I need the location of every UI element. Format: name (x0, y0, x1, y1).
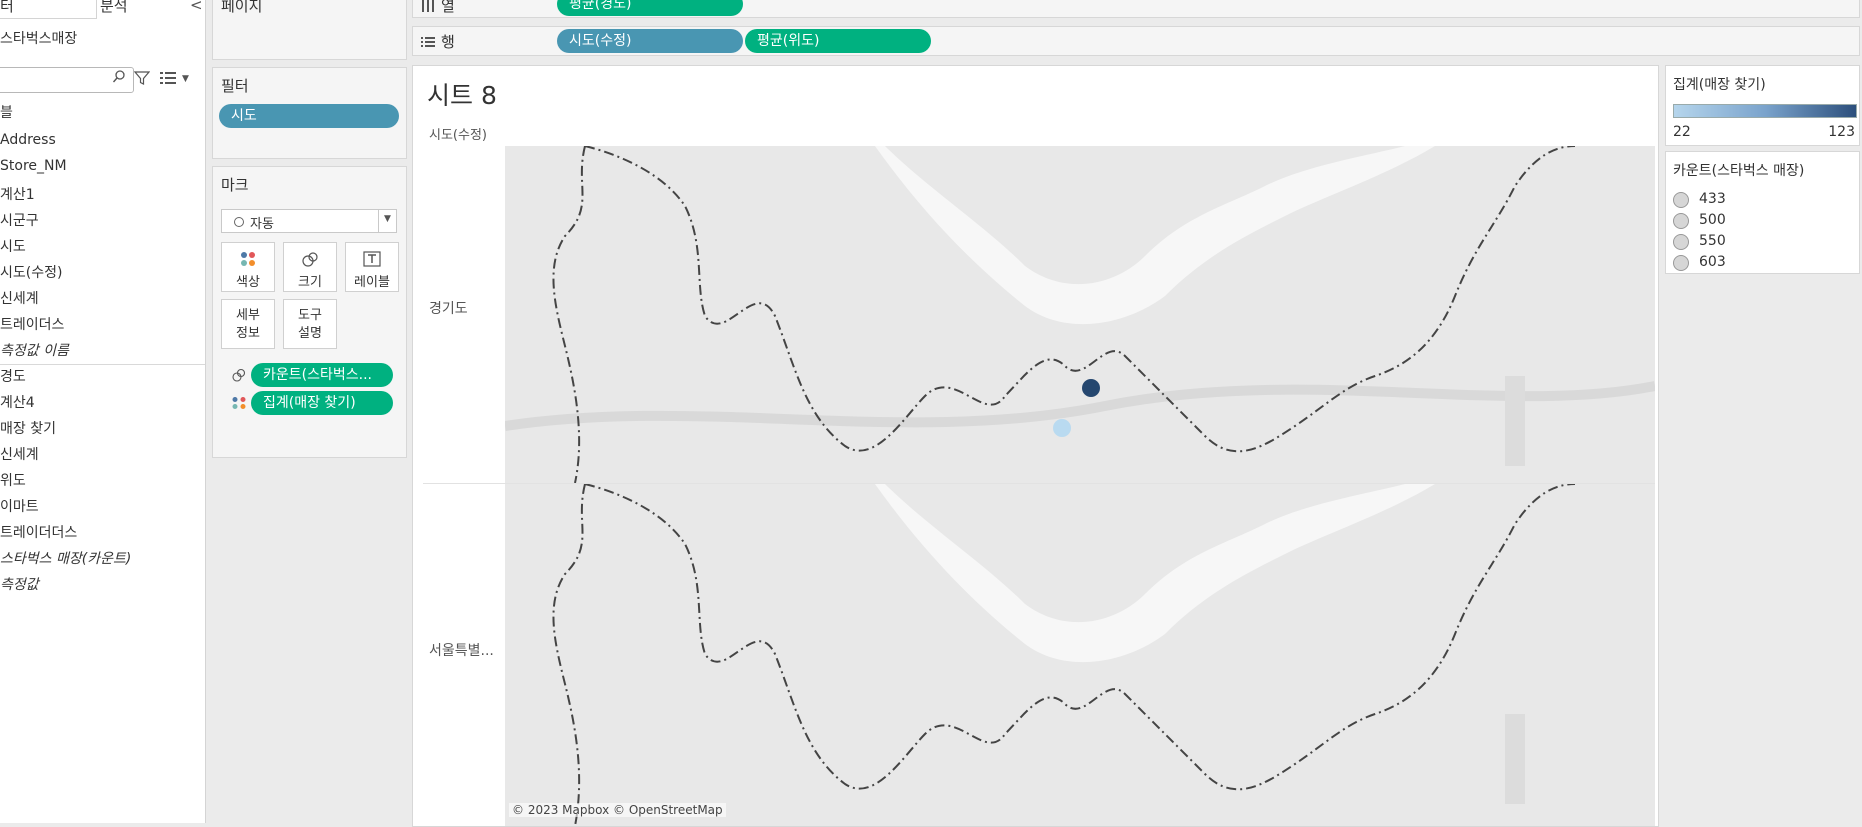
color-legend-title: 집계(매장 찾기) (1673, 77, 1766, 93)
map-point-mark[interactable] (1053, 419, 1071, 437)
size-legend-value: 550 (1699, 233, 1726, 249)
row-header-label[interactable]: 경기도 (429, 298, 468, 318)
filters-title: 필터 (221, 77, 249, 95)
size-icon (232, 368, 246, 382)
filters-card[interactable]: 필터 시도 (212, 67, 407, 159)
field-item[interactable]: 시도 (0, 236, 26, 256)
rows-pill[interactable]: 평균(위도) (745, 29, 931, 53)
dimension-section-header: 블 (0, 105, 13, 121)
size-legend[interactable]: 카운트(스타벅스 매장) 433 500 550 603 (1665, 151, 1860, 274)
label-button-label: 레이블 (354, 275, 390, 290)
filter-pill[interactable]: 시도 (219, 104, 399, 128)
size-button[interactable]: 크기 (283, 242, 337, 292)
select-divider (378, 210, 379, 232)
map-pane[interactable] (505, 146, 1655, 483)
chevron-down-icon[interactable]: ▼ (182, 74, 189, 84)
size-icon (302, 252, 318, 267)
field-item[interactable]: 신세계 (0, 288, 39, 308)
field-item[interactable]: 신세계 (0, 444, 39, 464)
field-item[interactable]: 이마트 (0, 496, 39, 516)
tooltip-button[interactable]: 도구 설명 (283, 299, 337, 349)
color-palette-icon (241, 252, 255, 266)
color-button[interactable]: 색상 (221, 242, 275, 292)
row-header-column: 경기도 서울특별... (423, 146, 501, 826)
circle-icon (1673, 255, 1689, 271)
map-attribution[interactable]: © 2023 Mapbox © OpenStreetMap (509, 803, 726, 817)
field-item[interactable]: 측정값 이름 (0, 340, 69, 360)
tooltip-button-label: 도구 설명 (298, 308, 322, 341)
search-icon[interactable] (112, 69, 126, 85)
color-legend-max: 123 (1828, 124, 1855, 140)
marks-card: 마크 자동 ▼ 색상 크기 레이블 세부 정보 도구 설명 카운트(스타벅스..… (212, 166, 407, 458)
circle-icon (1673, 192, 1689, 208)
field-item[interactable]: 계산4 (0, 392, 35, 412)
field-item[interactable]: 계산1 (0, 184, 35, 204)
rows-pill[interactable]: 시도(수정) (557, 29, 743, 53)
rows-shelf[interactable]: 행 시도(수정) 평균(위도) (412, 26, 1860, 56)
worksheet-view: 시트 8 시도(수정) 경기도 서울특별... © 2023 Mapbox © … (412, 65, 1659, 827)
label-button[interactable]: 레이블 (345, 242, 399, 292)
color-legend-min: 22 (1673, 124, 1691, 140)
pages-card[interactable]: 페이지 (212, 0, 407, 60)
columns-pill[interactable]: 평균(경도) (557, 0, 743, 16)
field-item[interactable]: 시군구 (0, 210, 39, 230)
collapse-pane-button[interactable]: < (190, 0, 203, 14)
row-header-label[interactable]: 서울특별... (429, 640, 494, 660)
marks-color-pill[interactable]: 집계(매장 찾기) (251, 391, 393, 415)
map-background (505, 484, 1655, 826)
map-background (505, 146, 1655, 483)
field-item[interactable]: 경도 (0, 366, 26, 386)
datasource-name[interactable]: 스타벅스매장 (0, 28, 77, 48)
mark-type-value: 자동 (250, 217, 274, 232)
field-item[interactable]: 트레이더더스 (0, 522, 77, 542)
pages-title: 페이지 (221, 0, 263, 15)
circle-icon (234, 217, 244, 227)
detail-button-label: 세부 정보 (236, 308, 260, 341)
tab-analysis[interactable]: 분석 (100, 0, 180, 18)
field-item[interactable]: 매장 찾기 (0, 418, 56, 438)
rows-label: 행 (441, 33, 455, 51)
columns-icon (422, 0, 434, 12)
row-header-title[interactable]: 시도(수정) (429, 124, 487, 143)
color-palette-icon (232, 397, 246, 409)
columns-shelf[interactable]: 열 평균(경도) (412, 0, 1860, 18)
color-legend[interactable]: 집계(매장 찾기) 22 123 (1665, 65, 1860, 146)
chevron-down-icon: ▼ (384, 214, 391, 224)
map-pane[interactable] (505, 484, 1655, 826)
size-legend-value: 603 (1699, 254, 1726, 270)
filter-icon[interactable] (134, 70, 150, 86)
field-item[interactable]: 스타벅스 매장(카운트) (0, 548, 131, 568)
field-item[interactable]: 측정값 (0, 574, 39, 594)
color-button-label: 색상 (236, 275, 260, 290)
size-legend-title: 카운트(스타벅스 매장) (1673, 163, 1805, 179)
tab-data[interactable]: 터 (0, 0, 97, 19)
field-item[interactable]: 시도(수정) (0, 262, 62, 282)
detail-button[interactable]: 세부 정보 (221, 299, 275, 349)
text-label-icon (363, 251, 381, 267)
map-point-mark[interactable] (1082, 379, 1100, 397)
rows-icon (421, 37, 435, 47)
list-view-icon[interactable] (160, 72, 176, 84)
field-item[interactable]: 위도 (0, 470, 26, 490)
mark-type-select[interactable]: 자동 ▼ (221, 209, 397, 233)
marks-size-pill[interactable]: 카운트(스타벅스... (251, 363, 393, 387)
size-button-label: 크기 (298, 275, 322, 290)
data-pane: 터 분석 < 스타벅스매장 ▼ 블 Address Store_NM 계산1 시… (0, 0, 206, 823)
section-divider (0, 364, 205, 365)
sheet-title: 시트 8 (427, 81, 497, 110)
field-item[interactable]: Store_NM (0, 158, 67, 174)
color-ramp (1673, 104, 1857, 118)
size-legend-value: 500 (1699, 212, 1726, 228)
circle-icon (1673, 213, 1689, 229)
columns-label: 열 (441, 0, 455, 15)
field-item[interactable]: 트레이더스 (0, 314, 64, 334)
size-legend-value: 433 (1699, 191, 1726, 207)
circle-icon (1673, 234, 1689, 250)
marks-title: 마크 (221, 176, 249, 194)
field-item[interactable]: Address (0, 132, 56, 148)
